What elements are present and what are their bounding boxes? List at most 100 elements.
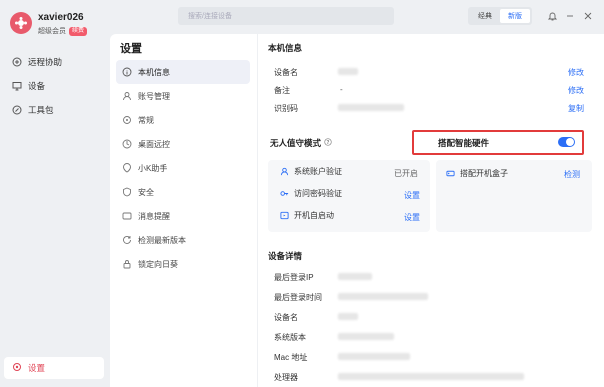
boot-box: 搭配开机盒子 bbox=[446, 168, 508, 179]
unattended-toggle[interactable] bbox=[558, 137, 575, 147]
remote-assist-icon bbox=[12, 57, 22, 67]
remark-label: 备注 bbox=[274, 86, 290, 95]
smart-hardware-title: 搭配智能硬件 bbox=[438, 138, 490, 148]
message-icon bbox=[122, 211, 132, 221]
mode-new[interactable]: 新版 bbox=[500, 9, 530, 23]
nav-item-toolbox[interactable]: 工具包 bbox=[6, 98, 106, 122]
settings-content: 本机信息 设备名 修改 备注 - 修改 识别码 复制 无人值守模式 ? 系统账户… bbox=[262, 34, 604, 387]
processor-label: 处理器 bbox=[274, 373, 298, 382]
nav-item-settings[interactable]: 设置 bbox=[4, 357, 104, 379]
copy-id-link[interactable]: 复制 bbox=[568, 103, 584, 114]
detail-device-name-value bbox=[338, 313, 358, 320]
last-login-time-value bbox=[338, 293, 428, 300]
general-icon bbox=[122, 115, 132, 125]
lock-icon bbox=[122, 259, 132, 269]
minimize-icon[interactable] bbox=[564, 10, 576, 22]
machine-info-title: 本机信息 bbox=[268, 43, 303, 53]
renew-badge[interactable]: 续费 bbox=[69, 26, 88, 36]
access-password-verify-label: 访问密码验证 bbox=[294, 189, 342, 198]
top-bar: 搜索/连接设备 经典 新版 bbox=[110, 0, 604, 34]
last-login-ip-value bbox=[338, 273, 372, 280]
settings-item-general[interactable]: 常规 bbox=[116, 108, 250, 132]
access-password-setup-link[interactable]: 设置 bbox=[404, 190, 420, 201]
settings-item-label: 消息提醒 bbox=[138, 211, 170, 221]
user-icon bbox=[280, 167, 289, 176]
mode-classic[interactable]: 经典 bbox=[470, 9, 500, 23]
smart-hardware-card: 搭配开机盒子 检测 bbox=[436, 160, 592, 232]
user-icon bbox=[122, 91, 132, 101]
profile[interactable]: xavier026 超级会员 续费 bbox=[10, 10, 106, 40]
last-login-time-label: 最后登录时间 bbox=[274, 293, 322, 302]
auto-start-setup-link[interactable]: 设置 bbox=[404, 212, 420, 223]
settings-item-label: 桌面远控 bbox=[138, 139, 170, 149]
settings-nav: 设置 本机信息 账号管理 常规 桌面远控 小K助手 安全 消息提醒 检测最新版本… bbox=[110, 34, 258, 387]
nav-item-label: 远程协助 bbox=[28, 57, 63, 67]
mac-address-value bbox=[338, 353, 410, 360]
avatar bbox=[10, 12, 32, 34]
nav-item-devices[interactable]: 设备 bbox=[6, 74, 106, 98]
toolbox-icon bbox=[12, 105, 22, 115]
nav-item-remote-assist[interactable]: 远程协助 bbox=[6, 50, 106, 74]
sunflower-logo-icon bbox=[15, 17, 27, 29]
assistant-icon bbox=[122, 163, 132, 173]
os-version-value bbox=[338, 333, 394, 340]
edit-remark-link[interactable]: 修改 bbox=[568, 85, 584, 96]
box-icon bbox=[446, 169, 455, 178]
user-role: 超级会员 续费 bbox=[38, 26, 88, 36]
user-role-label: 超级会员 bbox=[38, 28, 66, 35]
close-icon[interactable] bbox=[582, 10, 594, 22]
settings-item-notifications[interactable]: 消息提醒 bbox=[116, 204, 250, 228]
system-account-verify: 系统账户验证 bbox=[280, 166, 342, 177]
app-sidebar: xavier026 超级会员 续费 远程协助 设备 工具包 设置 bbox=[0, 0, 110, 387]
detail-device-name-label: 设备名 bbox=[274, 313, 298, 322]
settings-item-label: 本机信息 bbox=[138, 67, 170, 77]
settings-item-account[interactable]: 账号管理 bbox=[116, 84, 250, 108]
power-icon bbox=[280, 211, 289, 220]
access-password-verify: 访问密码验证 bbox=[280, 188, 342, 199]
search-input[interactable]: 搜索/连接设备 bbox=[178, 7, 394, 25]
update-icon bbox=[122, 235, 132, 245]
settings-item-label: 常规 bbox=[138, 115, 154, 125]
settings-item-label: 小K助手 bbox=[138, 163, 168, 173]
settings-panel: 设置 本机信息 账号管理 常规 桌面远控 小K助手 安全 消息提醒 检测最新版本… bbox=[110, 34, 604, 387]
nav-item-label: 设备 bbox=[28, 81, 46, 91]
settings-item-assistant[interactable]: 小K助手 bbox=[116, 156, 250, 180]
device-name-value bbox=[338, 68, 358, 75]
svg-text:?: ? bbox=[327, 140, 330, 146]
username: xavier026 bbox=[38, 12, 84, 23]
detect-link[interactable]: 检测 bbox=[564, 169, 580, 180]
auto-start-label: 开机自启动 bbox=[294, 211, 334, 220]
settings-item-machine-info[interactable]: 本机信息 bbox=[116, 60, 250, 84]
help-icon[interactable]: ? bbox=[324, 138, 332, 148]
edit-device-name-link[interactable]: 修改 bbox=[568, 67, 584, 78]
unattended-card: 系统账户验证 已开启 访问密码验证 设置 开机自启动 设置 bbox=[268, 160, 430, 232]
settings-item-lock[interactable]: 锁定向日葵 bbox=[116, 252, 250, 276]
shield-icon bbox=[122, 187, 132, 197]
last-login-ip-label: 最后登录IP bbox=[274, 273, 314, 282]
device-name-label: 设备名 bbox=[274, 68, 298, 77]
settings-item-check-update[interactable]: 检测最新版本 bbox=[116, 228, 250, 252]
auto-start: 开机自启动 bbox=[280, 210, 334, 221]
key-icon bbox=[280, 189, 289, 198]
device-details-title: 设备详情 bbox=[268, 251, 303, 261]
nav-item-label: 工具包 bbox=[28, 105, 54, 115]
settings-item-desktop-control[interactable]: 桌面远控 bbox=[116, 132, 250, 156]
app-nav: 远程协助 设备 工具包 bbox=[6, 50, 106, 122]
id-code-label: 识别码 bbox=[274, 104, 298, 113]
system-account-verify-label: 系统账户验证 bbox=[294, 167, 342, 176]
settings-item-label: 账号管理 bbox=[138, 91, 170, 101]
settings-title: 设置 bbox=[120, 43, 142, 55]
settings-item-security[interactable]: 安全 bbox=[116, 180, 250, 204]
boot-box-label: 搭配开机盒子 bbox=[460, 169, 508, 178]
remark-value: - bbox=[340, 85, 343, 94]
id-code-value bbox=[338, 104, 404, 111]
settings-item-label: 安全 bbox=[138, 187, 154, 197]
settings-item-label: 锁定向日葵 bbox=[138, 259, 178, 269]
processor-value bbox=[338, 373, 524, 380]
gear-icon bbox=[12, 362, 22, 374]
bell-icon[interactable] bbox=[546, 10, 558, 22]
desktop-icon bbox=[122, 139, 132, 149]
unattended-title-label: 无人值守模式 bbox=[270, 138, 322, 148]
monitor-icon bbox=[12, 81, 22, 91]
os-version-label: 系统版本 bbox=[274, 333, 306, 342]
